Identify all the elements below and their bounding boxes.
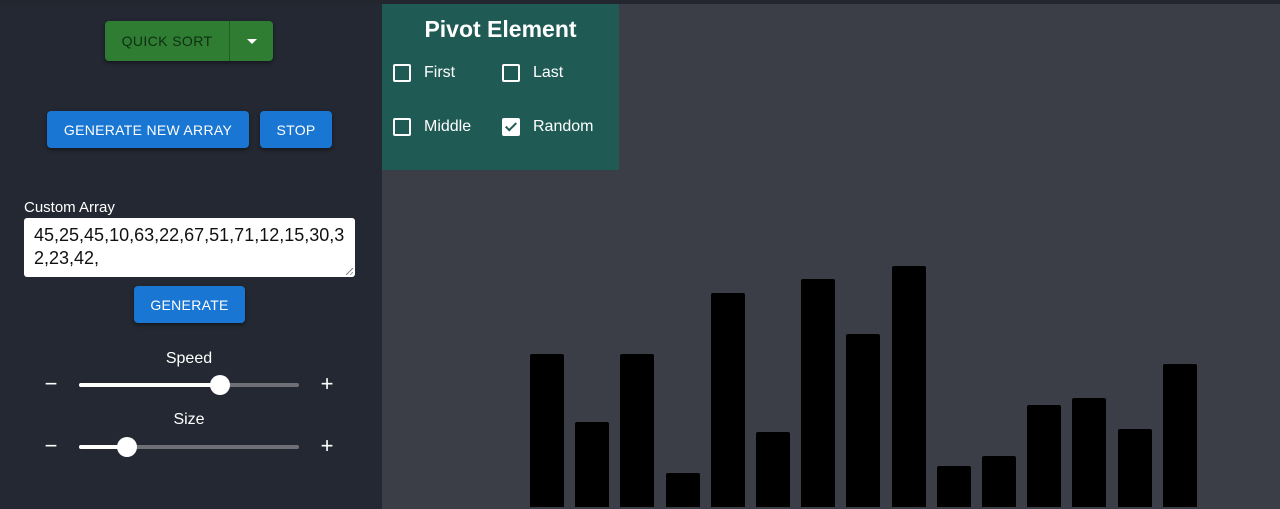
stop-button[interactable]: STOP	[260, 111, 332, 148]
array-bar	[530, 354, 564, 507]
array-bar	[801, 279, 836, 507]
size-slider[interactable]	[79, 437, 299, 457]
caret-down-icon	[246, 38, 257, 44]
array-bar	[756, 432, 790, 507]
array-bar	[665, 473, 700, 507]
speed-slider-thumb[interactable]	[209, 375, 230, 395]
pivot-option-label: First	[424, 64, 456, 81]
pivot-option-middle[interactable]: Middle	[393, 118, 471, 136]
custom-array-input[interactable]: 45,25,45,10,63,22,67,51,71,12,15,30,32,2…	[24, 218, 355, 277]
speed-plus-button[interactable]: +	[317, 373, 337, 395]
algorithm-dropdown-button[interactable]	[230, 21, 273, 61]
array-bar	[1117, 428, 1152, 507]
pivot-option-label: Middle	[424, 118, 472, 135]
array-bar	[1162, 364, 1197, 507]
generate-new-array-button[interactable]: GENERATE NEW ARRAY	[47, 111, 249, 148]
pivot-title: Pivot Element	[424, 16, 577, 42]
pivot-option-random[interactable]: Random	[502, 118, 593, 136]
checkbox-icon[interactable]	[502, 64, 520, 82]
pivot-option-last[interactable]: Last	[502, 64, 563, 82]
size-plus-button[interactable]: +	[317, 435, 337, 457]
speed-slider[interactable]	[79, 375, 299, 395]
algorithm-select-button[interactable]: QUICK SORT	[105, 21, 229, 61]
resize-handle-icon[interactable]	[346, 268, 353, 275]
speed-minus-button[interactable]: −	[41, 373, 61, 395]
pivot-element-panel: Pivot Element First Last Middle Random	[382, 4, 619, 170]
custom-array-value: 45,25,45,10,63,22,67,51,71,12,15,30,32,2…	[34, 225, 345, 268]
size-label: Size	[173, 411, 205, 428]
checkbox-checked-icon[interactable]	[502, 118, 520, 136]
array-bar	[936, 466, 971, 507]
speed-slider-fill	[79, 383, 220, 387]
pivot-option-label: Random	[533, 118, 594, 135]
generate-button[interactable]: GENERATE	[134, 286, 245, 323]
array-bar	[891, 265, 926, 507]
algorithm-split-button[interactable]: QUICK SORT	[105, 21, 273, 61]
checkbox-icon[interactable]	[393, 64, 411, 82]
array-bar	[1072, 398, 1107, 507]
custom-array-label: Custom Array	[24, 199, 115, 216]
array-bar	[710, 292, 745, 507]
pivot-option-first[interactable]: First	[393, 64, 455, 82]
array-bar	[1027, 405, 1062, 507]
checkbox-icon[interactable]	[393, 118, 411, 136]
size-minus-button[interactable]: −	[41, 435, 61, 457]
array-bar	[620, 354, 655, 507]
array-bar	[846, 333, 881, 507]
speed-label: Speed	[165, 350, 213, 367]
array-bar	[575, 422, 610, 507]
pivot-option-label: Last	[533, 64, 564, 81]
array-bar	[982, 456, 1016, 507]
